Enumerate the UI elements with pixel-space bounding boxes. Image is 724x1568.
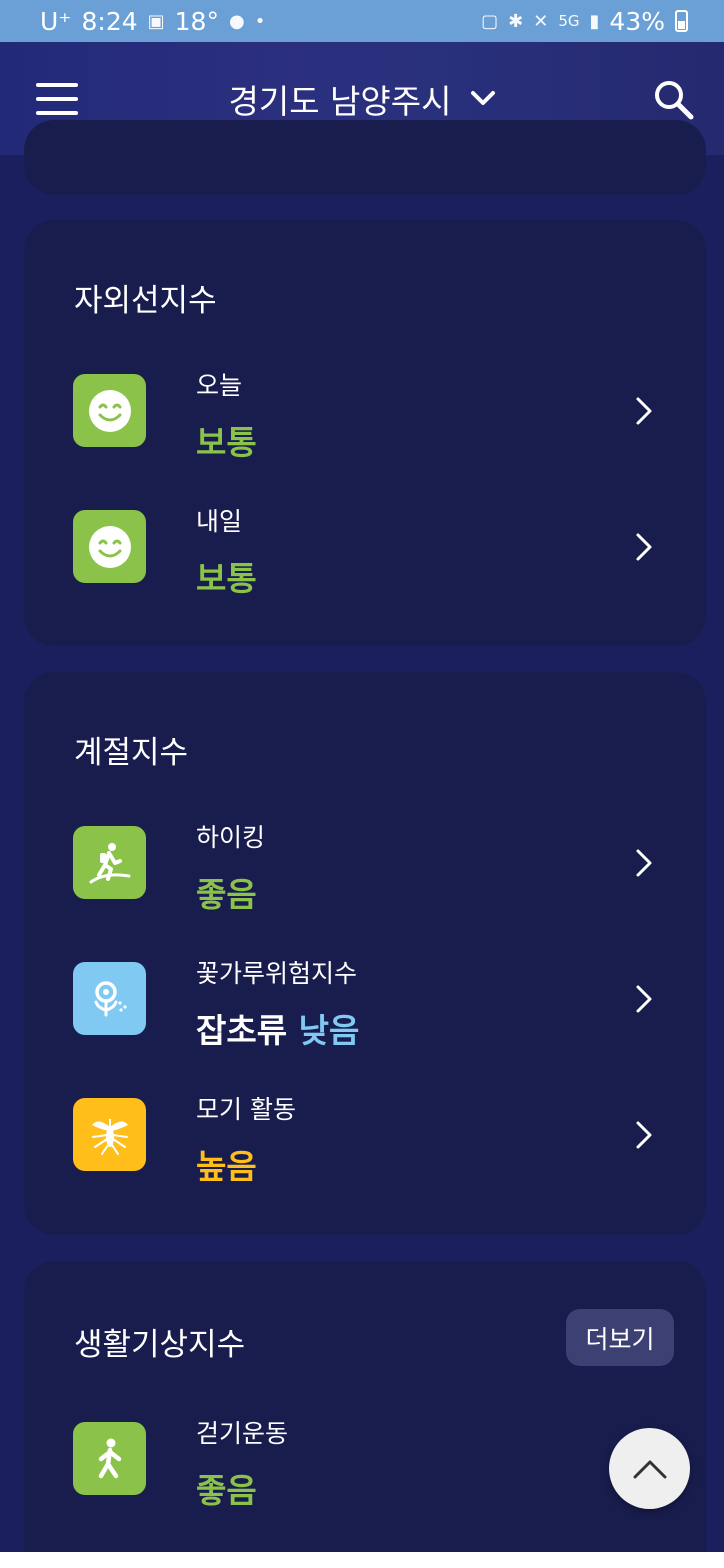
- uv-index-card: 자외선지수 오늘 보통 내일 보통: [24, 220, 706, 646]
- chevron-right-icon: [636, 397, 652, 425]
- pollen-tile: [73, 962, 146, 1035]
- mosquito-tile: [73, 1098, 146, 1171]
- walking-icon: [98, 1438, 121, 1478]
- chevron-right-icon: [636, 533, 652, 561]
- uv-tomorrow-tile: [73, 510, 146, 583]
- uv-today-label: 오늘: [196, 371, 243, 400]
- temperature-label: 18°: [174, 6, 219, 36]
- battery-icon: [675, 10, 688, 32]
- seasonal-index-card: 계절지수 하이킹 좋음 꽃가루위험지수 잡초류 낮음 모기 활동 높음: [24, 672, 706, 1235]
- status-right: ▢ ✱ ✕ 5G ▮ 43%: [481, 7, 688, 36]
- mosquito-label: 모기 활동: [196, 1095, 296, 1124]
- chevron-up-icon: [633, 1460, 666, 1478]
- chevron-right-icon: [636, 1121, 652, 1149]
- hiking-icon: [89, 842, 130, 883]
- dot-icon: •: [254, 10, 266, 32]
- mosquito-value: 높음: [196, 1147, 257, 1186]
- seasonal-row-hiking[interactable]: 하이킹 좋음: [24, 823, 706, 946]
- pollen-flower-icon: [94, 980, 127, 1016]
- talk-icon: ●: [228, 10, 245, 32]
- walking-tile: [73, 1422, 146, 1495]
- previous-card-bottom: [24, 120, 706, 195]
- battery-percent: 43%: [609, 6, 665, 36]
- seasonal-index-title: 계절지수: [74, 735, 189, 771]
- smile-icon: [88, 389, 131, 432]
- location-selector[interactable]: 경기도 남양주시: [228, 75, 495, 123]
- pollen-value: 낮음: [298, 1011, 360, 1050]
- location-title: 경기도 남양주시: [228, 81, 452, 121]
- uv-index-title: 자외선지수: [74, 283, 217, 319]
- hiking-tile: [73, 826, 146, 899]
- pollen-type: 잡초류: [196, 1011, 288, 1050]
- seasonal-row-mosquito[interactable]: 모기 활동 높음: [24, 1095, 706, 1218]
- chevron-down-icon: [470, 90, 495, 105]
- living-index-title: 생활기상지수: [74, 1327, 246, 1363]
- status-left: U⁺ 8:24 ▣ 18° ● •: [40, 7, 265, 36]
- pollen-label: 꽃가루위험지수: [196, 959, 358, 988]
- living-row-walking[interactable]: 걷기운동 좋음: [24, 1419, 706, 1542]
- scroll-top-button[interactable]: [609, 1428, 690, 1509]
- chevron-right-icon: [636, 849, 652, 877]
- chevron-right-icon: [636, 985, 652, 1013]
- mute-icon: ✕: [533, 10, 549, 32]
- smile-icon: [88, 525, 131, 568]
- more-button[interactable]: 더보기: [566, 1309, 674, 1366]
- network-label: 5G: [558, 12, 580, 30]
- living-index-card: 생활기상지수 더보기 걷기운동 좋음: [24, 1261, 706, 1568]
- pollen-value-wrap: 잡초류 낮음: [196, 1004, 359, 1052]
- seasonal-row-pollen[interactable]: 꽃가루위험지수 잡초류 낮음: [24, 959, 706, 1082]
- signal-icon: ▮: [589, 10, 600, 32]
- uv-tomorrow-label: 내일: [196, 507, 243, 536]
- carrier-label: U⁺: [40, 6, 72, 36]
- walking-label: 걷기운동: [196, 1419, 289, 1448]
- menu-icon[interactable]: [36, 83, 78, 115]
- uv-today-tile: [73, 374, 146, 447]
- bottom-edge: [0, 1552, 724, 1568]
- nfc-icon: ▢: [481, 10, 499, 32]
- search-icon[interactable]: [652, 78, 696, 122]
- uv-today-value: 보통: [196, 423, 257, 462]
- walking-value: 좋음: [196, 1471, 257, 1510]
- hiking-value: 좋음: [196, 875, 257, 914]
- uv-tomorrow-value: 보통: [196, 559, 257, 598]
- time-label: 8:24: [81, 6, 138, 36]
- hiking-label: 하이킹: [196, 823, 266, 852]
- mosquito-icon: [91, 1118, 128, 1155]
- bluetooth-icon: ✱: [508, 10, 524, 32]
- status-bar: U⁺ 8:24 ▣ 18° ● • ▢ ✱ ✕ 5G ▮ 43%: [0, 0, 724, 42]
- uv-row-today[interactable]: 오늘 보통: [24, 371, 706, 494]
- uv-row-tomorrow[interactable]: 내일 보통: [24, 507, 706, 630]
- gallery-icon: ▣: [147, 10, 165, 32]
